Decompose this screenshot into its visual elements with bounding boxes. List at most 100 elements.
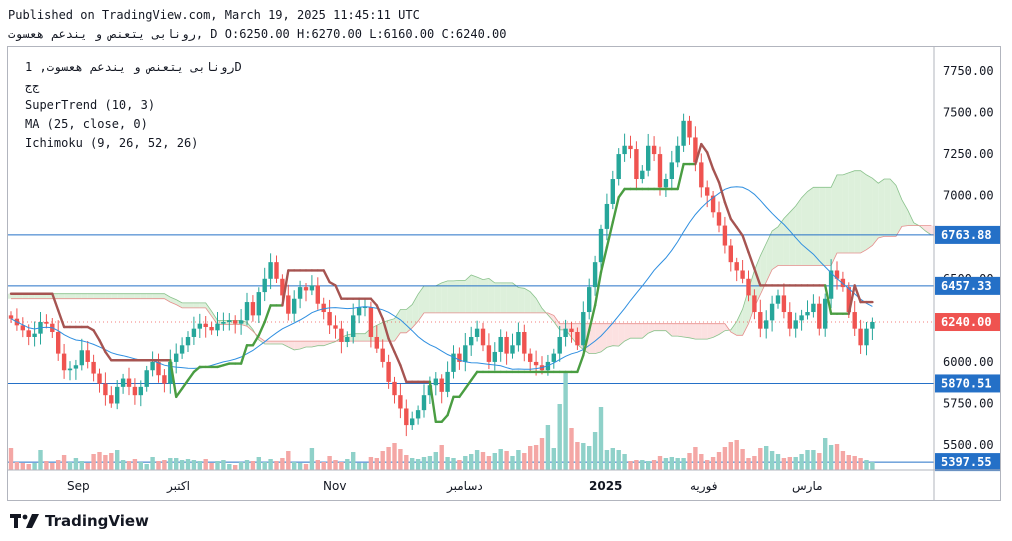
candle-body <box>817 303 822 329</box>
volume-bar <box>244 460 250 470</box>
candle-body <box>238 320 244 324</box>
volume-bar <box>669 457 674 470</box>
supertrend-segment <box>741 234 750 254</box>
volume-bar <box>805 450 810 470</box>
price-chart[interactable]: 7750.007500.007250.007000.006750.006500.… <box>7 46 1001 501</box>
legend-symbol[interactable]: رونابی یتعنص و یندعم هعسوت, 1D <box>25 60 242 74</box>
supertrend-segment <box>735 226 744 237</box>
cloud-segment <box>58 293 65 299</box>
cloud-segment <box>459 280 466 313</box>
volume-bar <box>339 462 344 470</box>
volume-bar <box>610 448 615 470</box>
volume-bar <box>445 457 450 470</box>
candle-body <box>781 295 787 313</box>
candle-body <box>587 287 592 313</box>
volume-bar <box>728 442 733 470</box>
cloud-segment <box>512 282 519 313</box>
volume-bar <box>197 461 202 470</box>
candle-body <box>622 145 627 155</box>
candle-body <box>740 270 745 279</box>
candle-body <box>705 187 710 196</box>
volume-bar <box>179 460 185 470</box>
cloud-segment <box>465 275 472 313</box>
volume-bar <box>404 455 409 470</box>
candle-body <box>551 353 556 362</box>
candle-body <box>233 320 238 324</box>
legend-ma[interactable]: MA (25, close, 0) <box>25 117 148 131</box>
candle-body <box>150 361 155 371</box>
time-axis[interactable]: Sep اکتبر Nov دسامبر 2025 فوریه مارس <box>67 479 823 494</box>
supertrend-segment <box>617 187 626 199</box>
volume-bar <box>451 458 456 470</box>
cloud-segment <box>783 212 790 266</box>
supertrend-segment <box>98 339 107 354</box>
candle-body <box>398 395 403 409</box>
legend-ichimoku[interactable]: Ichimoku (9, 26, 52, 26) <box>25 136 198 150</box>
supertrend-segment <box>57 309 66 329</box>
time-tick-label: Nov <box>323 479 346 493</box>
volume-bar <box>486 456 492 470</box>
cloud-segment <box>789 206 796 266</box>
legend-supertrend[interactable]: SuperTrend (10, 3) <box>25 98 155 112</box>
volume-bar <box>303 464 309 470</box>
cloud-segment <box>884 179 891 237</box>
volume-bar <box>687 453 692 470</box>
volume-bar <box>421 457 427 470</box>
candle-body <box>215 323 220 331</box>
candle-body <box>716 212 722 226</box>
candle-body <box>73 365 79 369</box>
volume-bar <box>746 458 751 470</box>
candle-body <box>675 145 680 163</box>
candle-body <box>805 312 810 316</box>
candle-body <box>32 333 37 337</box>
volume-bar <box>622 454 627 470</box>
candle-body <box>498 336 503 352</box>
volume-bar <box>297 463 303 470</box>
candle-body <box>356 307 362 316</box>
volume-bar <box>758 448 763 470</box>
cloud-segment <box>854 170 861 254</box>
price-axis[interactable]: 7750.007500.007250.007000.006750.006500.… <box>935 64 1001 472</box>
volume-bar <box>50 463 55 470</box>
tradingview-brand[interactable]: TradingView <box>10 512 149 530</box>
volume-bar <box>846 455 851 470</box>
time-tick-label: اکتبر <box>166 479 190 494</box>
volume-bar <box>563 372 568 470</box>
candle-body <box>634 149 639 180</box>
supertrend-segment <box>853 284 862 304</box>
chart-frame[interactable]: 7750.007500.007250.007000.006750.006500.… <box>7 46 1001 501</box>
cloud-segment <box>87 293 94 299</box>
volume-bar <box>598 407 604 470</box>
candle-body <box>339 328 344 342</box>
candle-body <box>433 378 438 386</box>
supertrend-segment <box>375 304 384 320</box>
candle-body <box>533 361 539 366</box>
volume-bar <box>351 452 356 470</box>
cloud-segment <box>471 275 478 313</box>
candle-body <box>286 295 291 314</box>
cloud-segment <box>819 187 826 266</box>
cloud-segment <box>193 302 200 308</box>
volume-bar <box>834 444 840 470</box>
candle-body <box>85 350 90 362</box>
candle-body <box>445 371 450 392</box>
candle-body <box>581 312 586 346</box>
volume-bar <box>870 462 875 470</box>
volume-bar <box>315 460 320 470</box>
candle-body <box>504 336 509 354</box>
candle-body <box>120 378 126 387</box>
candle-body <box>351 315 356 337</box>
supertrend-segment <box>458 387 467 399</box>
cloud-segment <box>695 323 702 340</box>
candle-body <box>823 298 828 329</box>
cloud-segment <box>477 277 483 313</box>
volume-bar <box>97 452 102 470</box>
volume-bar <box>852 456 857 470</box>
candle-body <box>569 328 574 332</box>
candle-body <box>528 353 533 362</box>
volume-bar <box>716 452 722 470</box>
candle-body <box>386 361 391 382</box>
price-level-label: 6763.88 <box>941 228 992 242</box>
volume-bar <box>32 463 37 470</box>
volume-bar <box>115 450 120 470</box>
